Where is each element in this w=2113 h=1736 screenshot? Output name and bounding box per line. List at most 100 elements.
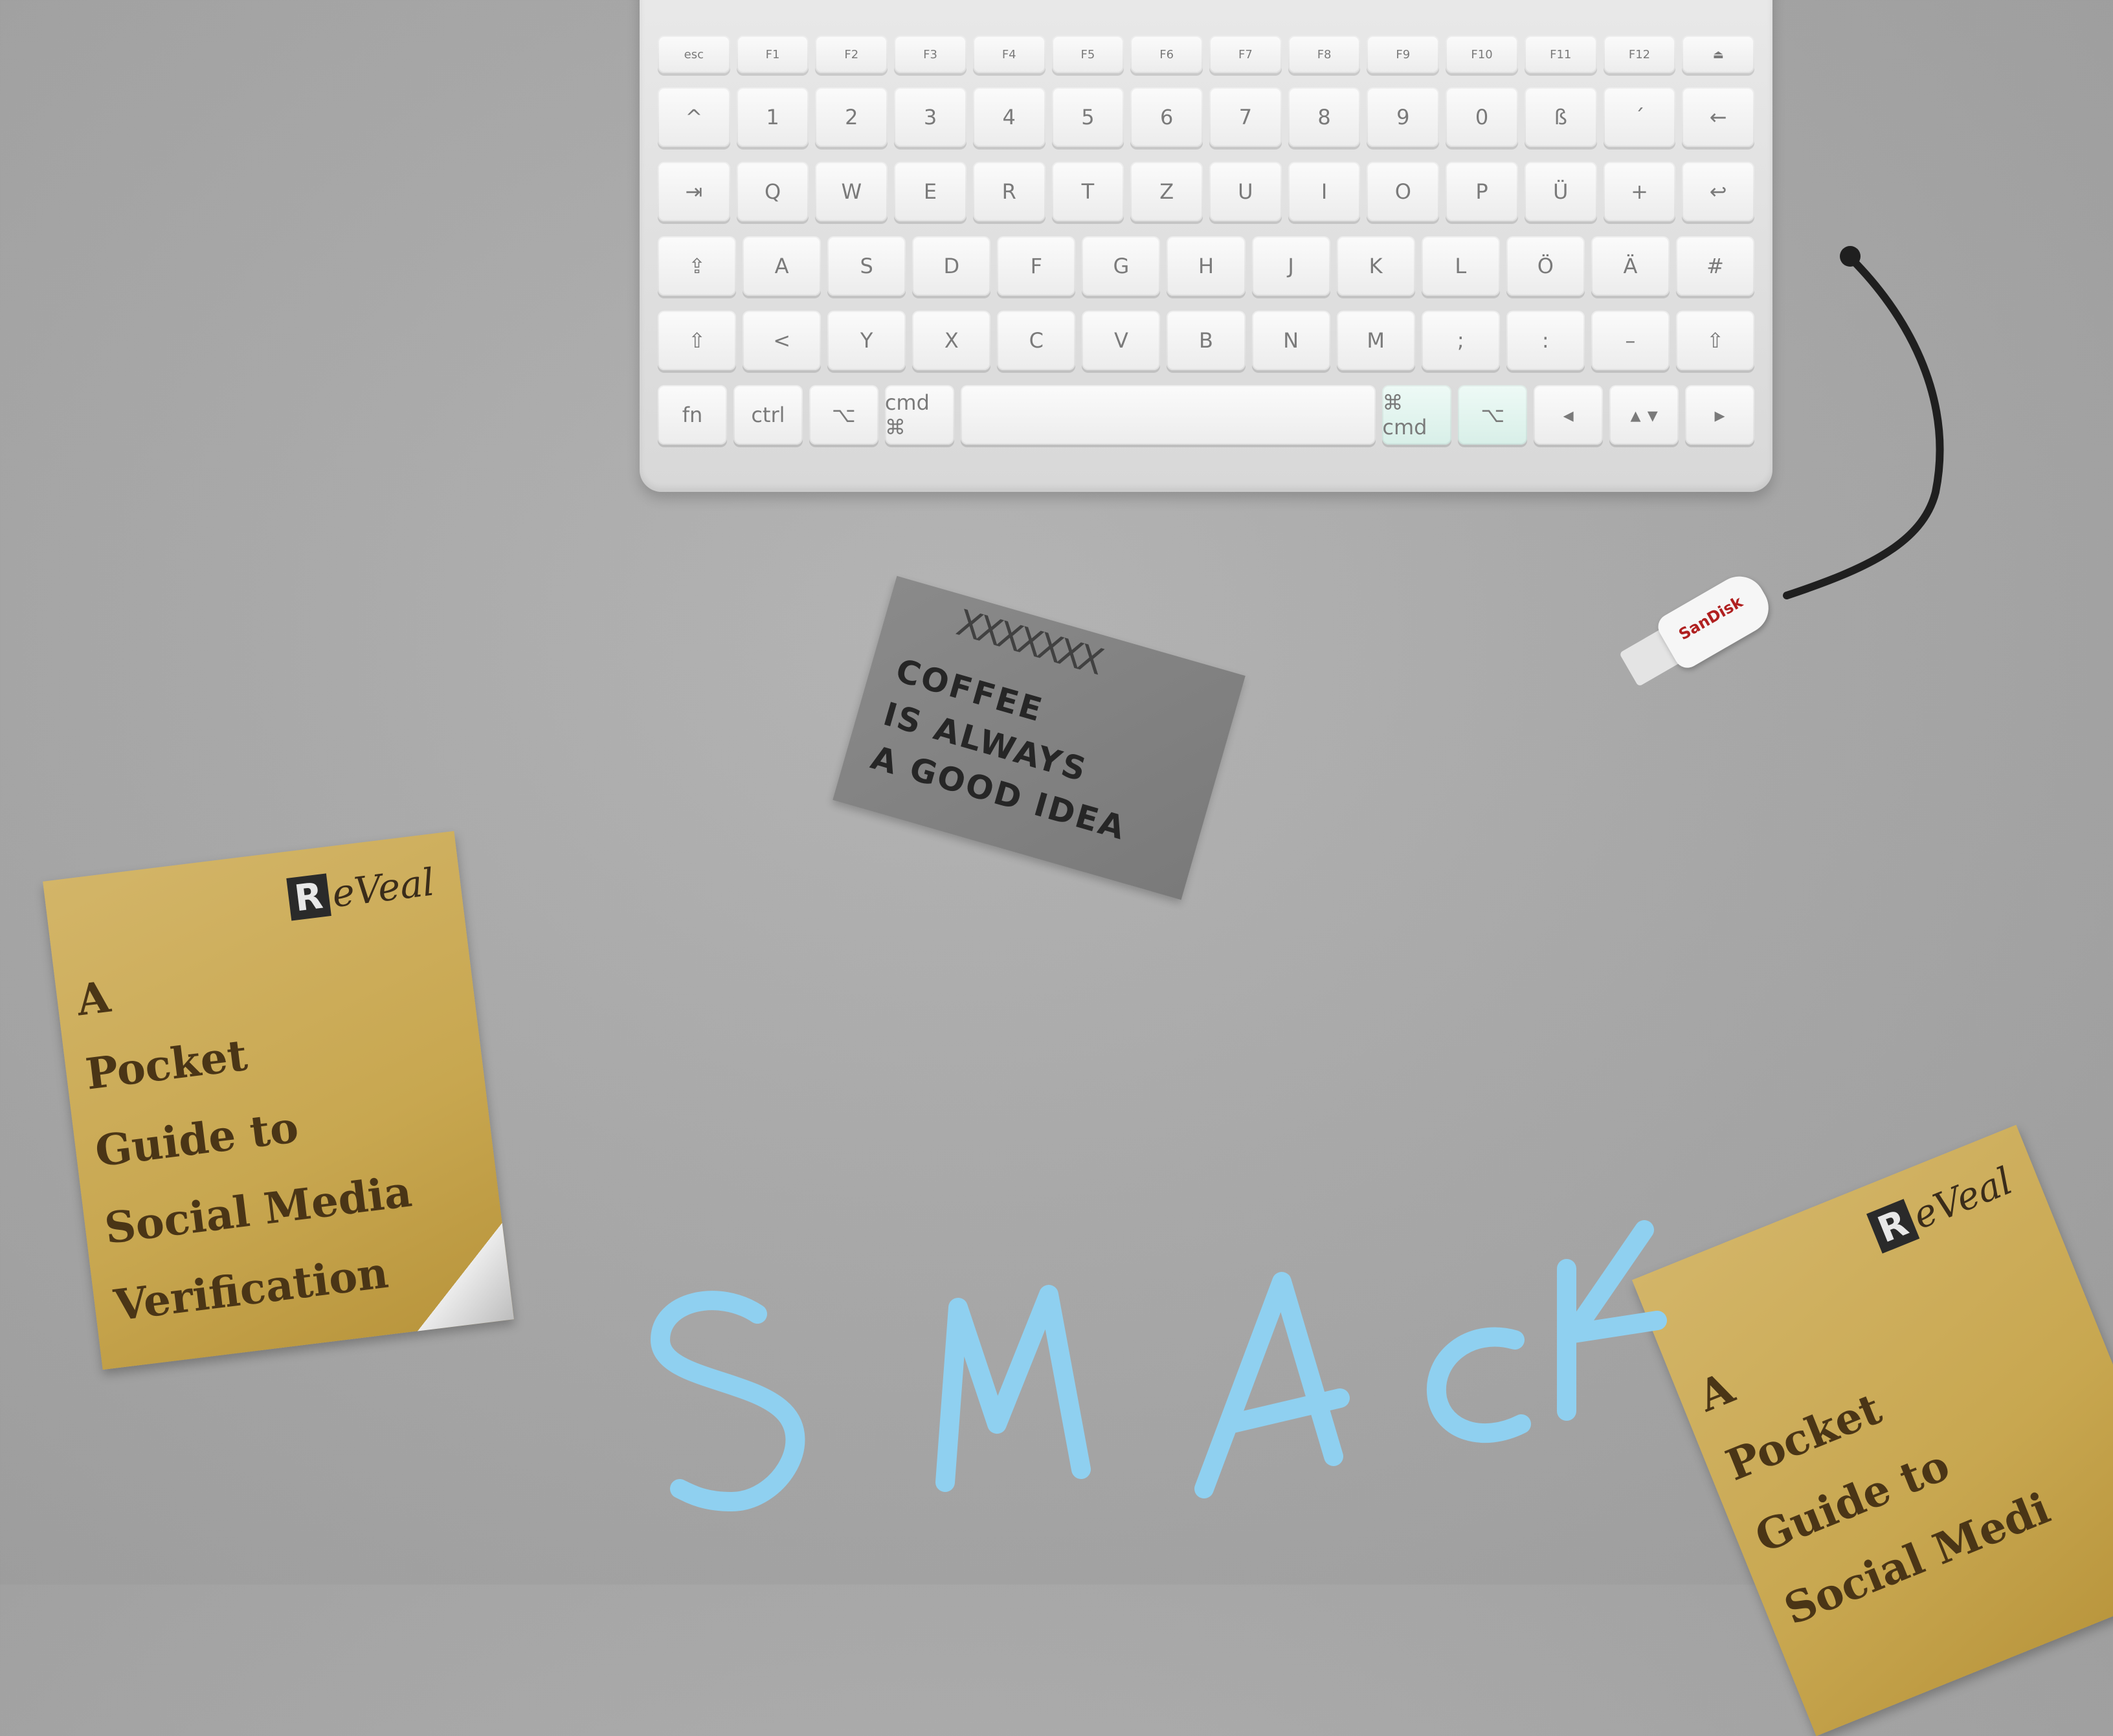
keyboard-key: : — [1506, 311, 1585, 370]
booklet-title-line: A — [74, 971, 113, 1026]
keyboard-key: 4 — [972, 87, 1045, 147]
reveal-logo: R eVeal — [285, 860, 437, 921]
keyboard-key: J — [1251, 236, 1330, 296]
booklet-right: R eVeal A Pocket Guide to Social Medi — [1631, 1124, 2113, 1736]
keyboard-key: F2 — [815, 36, 888, 73]
keyboard-key: ⌘ cmd — [1382, 385, 1452, 445]
keyboard-key: L — [1421, 236, 1500, 296]
keyboard-row-qwertz: ⇥ Q W E R T Z U I O P Ü + ↩ — [658, 162, 1755, 221]
keyboard-row-numbers: ^ 1 2 3 4 5 6 7 8 9 0 ß ´ ← — [658, 87, 1755, 147]
booklet-title-line: Guide to — [92, 1101, 301, 1177]
logo-text: eVeal — [330, 860, 437, 917]
keyboard-key: F6 — [1130, 36, 1203, 73]
keyboard-key: ⏏ — [1682, 36, 1755, 73]
keyboard-key: B — [1167, 311, 1246, 370]
logo-text: eVeal — [1906, 1158, 2018, 1238]
keyboard-key: F — [997, 236, 1076, 296]
keyboard-key: ^ — [658, 87, 730, 147]
keyboard-key: ; — [1421, 311, 1500, 370]
keyboard-key: 8 — [1288, 87, 1361, 147]
keyboard-key: U — [1209, 162, 1282, 221]
keyboard-key: F10 — [1446, 36, 1518, 73]
keyboard-key: O — [1367, 162, 1440, 221]
keyboard: esc F1 F2 F3 F4 F5 F6 F7 F8 F9 F10 F11 F12 ⏏ ^ 1 2 3 4 5 6 7… — [640, 0, 1772, 492]
keyboard-key: F3 — [894, 36, 967, 73]
keyboard-key: 2 — [815, 87, 888, 147]
keyboard-key: F12 — [1603, 36, 1676, 73]
keyboard-key: Ä — [1591, 236, 1670, 296]
keyboard-key: ⌥ — [1458, 385, 1528, 445]
booklet-title-line: Pocket — [83, 1029, 251, 1100]
reveal-logo: R eVeal — [1866, 1159, 2018, 1254]
keyboard-key: < — [743, 311, 822, 370]
keyboard-key: F1 — [736, 36, 809, 73]
keyboard-key: ⇧ — [1675, 311, 1755, 370]
page-curl — [405, 1223, 514, 1331]
keyboard-key: Z — [1130, 162, 1203, 221]
keyboard-key: G — [1082, 236, 1161, 296]
keyboard-key: F4 — [972, 36, 1045, 73]
keyboard-key: ⇪ — [658, 236, 737, 296]
keyboard-key: ← — [1682, 87, 1755, 147]
keyboard-row-function: esc F1 F2 F3 F4 F5 F6 F7 F8 F9 F10 F11 F12 ⏏ — [658, 36, 1755, 73]
keyboard-key: M — [1336, 311, 1415, 370]
smack-scribble — [651, 1220, 1667, 1511]
keyboard-key: + — [1603, 162, 1676, 221]
keyboard-key: T — [1051, 162, 1124, 221]
keyboard-key: ↩ — [1682, 162, 1755, 221]
keyboard-key — [960, 385, 1376, 445]
keyboard-row-shift: ⇧ < Y X C V B N M;: – ⇧ — [658, 311, 1755, 370]
keyboard-key: Q — [736, 162, 809, 221]
usb-lanyard — [1783, 246, 1944, 599]
keyboard-key: esc — [658, 36, 730, 73]
keyboard-key: 7 — [1209, 87, 1282, 147]
keyboard-key: F8 — [1288, 36, 1361, 73]
keyboard-key: C — [997, 311, 1076, 370]
keyboard-key: W — [815, 162, 888, 221]
usb-stick: SanDisk — [1611, 561, 1782, 700]
keyboard-key: 1 — [736, 87, 809, 147]
coffee-card: XXXXXXX COFFEE IS ALWAYS A GOOD IDEA — [833, 575, 1246, 900]
keyboard-key: # — [1675, 236, 1755, 296]
keyboard-key: Ü — [1524, 162, 1597, 221]
keyboard-key: X — [912, 311, 991, 370]
keyboard-key: 9 — [1367, 87, 1440, 147]
keyboard-key: K — [1336, 236, 1415, 296]
keyboard-key: H — [1167, 236, 1246, 296]
keyboard-key: I — [1288, 162, 1361, 221]
keyboard-key: ⇥ — [658, 162, 730, 221]
keyboard-key: N — [1251, 311, 1330, 370]
keyboard-key: R — [972, 162, 1045, 221]
keyboard-key: cmd ⌘ — [884, 385, 954, 445]
keyboard-key: ´ — [1603, 87, 1676, 147]
keyboard-key: – — [1591, 311, 1670, 370]
booklet-title-line: Verification — [111, 1247, 391, 1331]
keyboard-key: ◂ — [1534, 385, 1604, 445]
keyboard-key: F9 — [1367, 36, 1440, 73]
keyboard-key: 3 — [894, 87, 967, 147]
keyboard-key: ▴ ▾ — [1609, 385, 1679, 445]
booklet-title-line: A — [1691, 1362, 1741, 1422]
keyboard-key: fn — [658, 385, 727, 445]
keyboard-key: 6 — [1130, 87, 1203, 147]
booklet-left: R eVeal A Pocket Guide to Social Media V… — [43, 830, 514, 1370]
keyboard-key: 0 — [1446, 87, 1518, 147]
keyboard-key: F7 — [1209, 36, 1282, 73]
keyboard-key: ctrl — [733, 385, 803, 445]
keyboard-key: P — [1446, 162, 1518, 221]
keyboard-row-bottom: fn ctrl ⌥ cmd ⌘ ⌘ cmd ⌥ ◂ ▴ ▾ ▸ — [658, 385, 1755, 445]
keyboard-key: S — [827, 236, 906, 296]
keyboard-row-home: ⇪ A S D F G H J K L Ö Ä # — [658, 236, 1755, 296]
logo-r-mark: R — [285, 873, 331, 921]
keyboard-key: E — [894, 162, 967, 221]
keyboard-key: 5 — [1051, 87, 1124, 147]
keyboard-key: Ö — [1506, 236, 1585, 296]
keyboard-key: ⇧ — [658, 311, 737, 370]
keyboard-key: D — [912, 236, 991, 296]
booklet-title-line: Social Media — [102, 1166, 415, 1254]
keyboard-key: F5 — [1051, 36, 1124, 73]
keyboard-key: ▸ — [1685, 385, 1755, 445]
keyboard-key: Y — [827, 311, 906, 370]
keyboard-key: V — [1082, 311, 1161, 370]
keyboard-key: ß — [1524, 87, 1597, 147]
